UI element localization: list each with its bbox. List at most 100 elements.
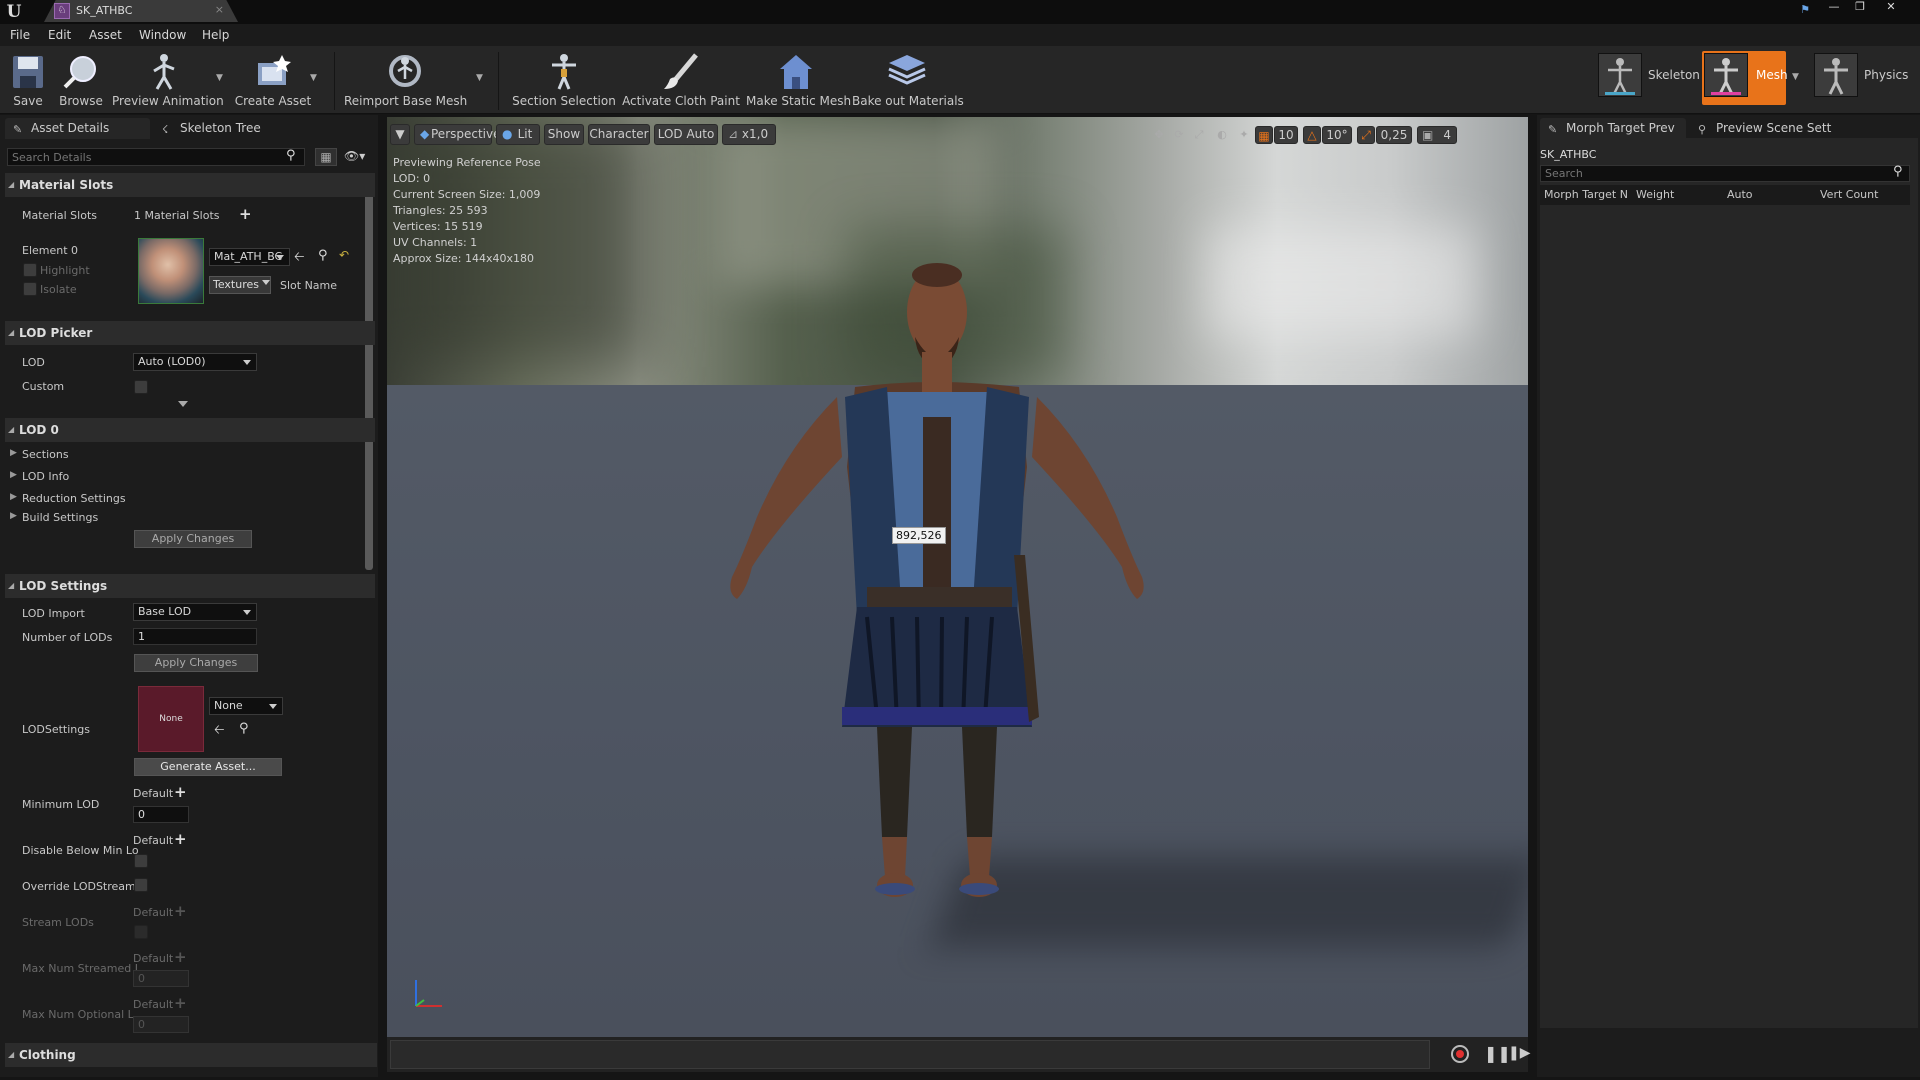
material-thumbnail[interactable] <box>138 238 204 304</box>
save-button[interactable]: Save <box>6 48 50 112</box>
perspective-button[interactable]: ◆ Perspective <box>414 124 501 145</box>
apply-changes-button[interactable]: Apply Changes <box>134 530 252 548</box>
reset-arrow-icon[interactable]: ↶ <box>339 248 349 262</box>
expand-reduction-icon[interactable]: ▶ <box>10 492 17 502</box>
close-button[interactable]: ✕ <box>1880 0 1902 14</box>
lod-select[interactable]: Auto (LOD0) <box>133 353 257 371</box>
eye-visibility-icon[interactable]: 👁▾ <box>344 149 365 163</box>
apply-changes-lod-settings-button[interactable]: Apply Changes <box>134 654 258 672</box>
show-button[interactable]: Show <box>544 124 584 145</box>
column-vert-count[interactable]: Vert Count <box>1820 188 1878 201</box>
expand-sections-icon[interactable]: ▶ <box>10 448 17 458</box>
expand-arrow-icon[interactable] <box>178 401 188 407</box>
expand-lod-info-icon[interactable]: ▶ <box>10 470 17 480</box>
tab-morph-target-preview[interactable]: ✎ Morph Target Prev <box>1540 118 1686 139</box>
timeline-scrubber[interactable] <box>390 1040 1430 1069</box>
generate-asset-button[interactable]: Generate Asset... <box>134 758 282 776</box>
preview-animation-button[interactable]: Preview Animation <box>112 48 224 112</box>
morph-search-input[interactable] <box>1540 165 1910 182</box>
highlight-checkbox[interactable] <box>23 263 37 277</box>
expand-build-icon[interactable]: ▶ <box>10 511 17 521</box>
tab-close-icon[interactable]: × <box>215 3 224 16</box>
tab-skeleton-tree[interactable]: ☇ Skeleton Tree <box>154 118 294 139</box>
menu-edit[interactable]: Edit <box>48 28 71 42</box>
camera-speed-button[interactable]: ▣ 4 <box>1417 126 1457 144</box>
add-material-slot-icon[interactable]: + <box>239 205 252 223</box>
grid-snap-icon[interactable]: ▦ <box>1255 126 1273 144</box>
menu-file[interactable]: File <box>10 28 30 42</box>
search-details-input[interactable] <box>7 148 305 166</box>
use-selected-arrow-icon[interactable]: 🡠 <box>214 721 225 743</box>
grid-snap-value[interactable]: 10 <box>1274 126 1298 144</box>
mesh-mode-dropdown-icon[interactable]: ▼ <box>1792 72 1799 82</box>
section-selection-button[interactable]: Section Selection <box>512 48 616 112</box>
use-selected-arrow-icon[interactable]: 🡠 <box>294 248 305 270</box>
viewport[interactable]: ▼ ◆ Perspective ● Lit Show Character LOD A… <box>387 117 1528 1037</box>
build-settings-label[interactable]: Build Settings <box>22 511 98 524</box>
character-mesh[interactable] <box>727 237 1147 977</box>
surface-snapping-icon[interactable]: ✦ <box>1235 126 1253 144</box>
add-platform-override-icon[interactable]: + <box>174 830 187 848</box>
browse-button[interactable]: Browse <box>56 48 106 112</box>
step-forward-icon[interactable]: ❚▶ <box>1508 1045 1531 1061</box>
scale-snap-icon[interactable]: ⤢ <box>1357 126 1375 144</box>
number-of-lods-input[interactable]: 1 <box>133 628 257 645</box>
playback-speed-button[interactable]: ⊿ x1,0 <box>722 124 776 145</box>
minimize-button[interactable]: — <box>1823 0 1845 14</box>
record-button[interactable] <box>1451 1045 1469 1063</box>
lod-settings-section-header[interactable]: LOD Settings <box>5 574 375 598</box>
tab-preview-scene-settings[interactable]: ⚲ Preview Scene Sett <box>1690 118 1835 139</box>
coordinate-system-icon[interactable]: ◐ <box>1213 126 1231 144</box>
clothing-section-header[interactable]: Clothing <box>5 1043 377 1067</box>
mesh-mode-button[interactable]: Mesh <box>1702 51 1788 105</box>
add-platform-override-icon[interactable]: + <box>174 783 187 801</box>
skeleton-mode-button[interactable]: Skeleton <box>1598 51 1700 105</box>
lod-info-label[interactable]: LOD Info <box>22 470 69 483</box>
make-static-mesh-button[interactable]: Make Static Mesh <box>746 48 851 112</box>
column-morph-target-name[interactable]: Morph Target N <box>1544 188 1628 201</box>
translate-icon[interactable]: ✥ <box>1150 126 1168 144</box>
reimport-base-mesh-button[interactable]: Reimport Base Mesh <box>344 48 467 112</box>
reduction-settings-label[interactable]: Reduction Settings <box>22 492 126 505</box>
activate-cloth-paint-button[interactable]: Activate Cloth Paint <box>620 48 742 112</box>
pause-icon[interactable]: ❚❚ <box>1484 1044 1511 1063</box>
sections-label[interactable]: Sections <box>22 448 69 461</box>
disable-below-min-lod-checkbox[interactable] <box>134 854 148 868</box>
preview-animation-dropdown-icon[interactable]: ▼ <box>216 73 223 83</box>
override-lod-streaming-checkbox[interactable] <box>134 878 148 892</box>
material-select[interactable]: Mat_ATH_BC <box>209 248 290 266</box>
browse-search-icon[interactable]: ⚲ <box>239 721 249 736</box>
viewport-options-button[interactable]: ▼ <box>390 124 410 145</box>
menu-help[interactable]: Help <box>202 28 229 42</box>
details-scrollbar[interactable] <box>365 175 373 570</box>
lit-button[interactable]: ● Lit <box>496 124 540 145</box>
column-auto[interactable]: Auto <box>1727 188 1753 201</box>
material-slots-section-header[interactable]: Material Slots <box>5 173 375 197</box>
menu-window[interactable]: Window <box>139 28 186 42</box>
tab-asset-details[interactable]: ✎ Asset Details <box>5 118 150 139</box>
textures-dropdown[interactable]: Textures <box>209 276 271 294</box>
lod-auto-button[interactable]: LOD Auto <box>654 124 718 145</box>
asset-tab[interactable]: ♘ SK_ATHBC × <box>44 0 238 22</box>
column-weight[interactable]: Weight <box>1636 188 1674 201</box>
lodsettings-select[interactable]: None <box>209 697 283 715</box>
character-button[interactable]: Character <box>588 124 650 145</box>
scale-icon[interactable]: ⤢ <box>1190 126 1208 144</box>
create-asset-dropdown-icon[interactable]: ▼ <box>310 73 317 83</box>
notification-icon[interactable]: ⚑ <box>1794 3 1816 17</box>
scale-snap-value[interactable]: 0,25 <box>1376 126 1412 144</box>
create-asset-button[interactable]: Create Asset <box>234 48 312 112</box>
isolate-checkbox[interactable] <box>23 282 37 296</box>
rotation-snap-value[interactable]: 10° <box>1322 126 1352 144</box>
maximize-button[interactable]: ❐ <box>1849 0 1871 14</box>
lod0-section-header[interactable]: LOD 0 <box>5 418 375 442</box>
minimum-lod-input[interactable]: 0 <box>133 806 189 823</box>
reimport-dropdown-icon[interactable]: ▼ <box>476 73 483 83</box>
table-view-icon[interactable]: ▦ <box>315 148 337 166</box>
lod-import-select[interactable]: Base LOD <box>133 603 257 621</box>
lod-picker-section-header[interactable]: LOD Picker <box>5 321 375 345</box>
menu-asset[interactable]: Asset <box>89 28 122 42</box>
rotation-snap-icon[interactable]: △ <box>1303 126 1321 144</box>
custom-checkbox[interactable] <box>134 380 148 394</box>
lodsettings-thumbnail[interactable]: None <box>138 686 204 752</box>
